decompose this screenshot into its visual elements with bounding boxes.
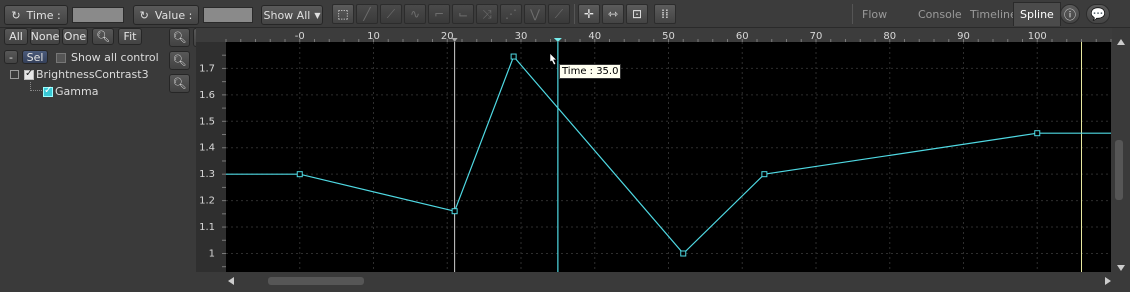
toolbar-separator bbox=[574, 4, 575, 24]
keyframe-point[interactable] bbox=[296, 171, 303, 178]
all-button[interactable]: All bbox=[4, 28, 28, 45]
y-tick-label: 1 bbox=[209, 248, 215, 259]
refresh-icon: ↻ bbox=[11, 8, 21, 22]
show-all-dropdown[interactable]: Show All ▼ bbox=[261, 5, 323, 25]
time-input[interactable] bbox=[72, 7, 124, 23]
y-tick-label: 1.6 bbox=[199, 90, 215, 101]
zoom-in-y-button[interactable]: 🔍︎ bbox=[169, 74, 190, 93]
relative-icon[interactable]: ⋁ bbox=[524, 4, 546, 24]
collapse-button[interactable]: - bbox=[4, 50, 18, 64]
y-tick-label: 1.5 bbox=[199, 116, 215, 127]
refresh-icon: ↻ bbox=[139, 8, 149, 22]
time-stretch-icon[interactable]: ⟋ bbox=[548, 4, 570, 24]
tab-spline[interactable]: Spline bbox=[1013, 2, 1061, 26]
info-icon[interactable]: ⓘ bbox=[1060, 4, 1080, 24]
tree-parent-label[interactable]: BrightnessContrast3 bbox=[36, 68, 149, 81]
value-input[interactable] bbox=[203, 7, 253, 23]
add-point-icon[interactable]: ✛ bbox=[578, 4, 600, 24]
smooth-icon[interactable]: ╱ bbox=[356, 4, 378, 24]
none-button[interactable]: None bbox=[30, 28, 60, 45]
zoom-in-icon: 🔍︎ bbox=[172, 77, 187, 90]
keyframe-point[interactable] bbox=[761, 171, 768, 178]
value-label: Value : bbox=[154, 8, 193, 22]
step-out-icon[interactable]: ⌙ bbox=[452, 4, 474, 24]
fit-button[interactable]: Fit bbox=[118, 28, 142, 45]
tree-expand-toggle[interactable] bbox=[10, 70, 19, 79]
tree-child-label[interactable]: Gamma bbox=[55, 85, 98, 98]
y-tick-label: 1.1 bbox=[199, 222, 215, 233]
keyframe-point[interactable] bbox=[510, 53, 517, 60]
step-in-icon[interactable]: ⌐ bbox=[428, 4, 450, 24]
zoom-out-icon: 🔍︎ bbox=[172, 31, 187, 44]
checkmark-icon: ✓ bbox=[44, 85, 53, 96]
show-all-label: Show All bbox=[263, 8, 311, 22]
tree-child-checkbox[interactable]: ✓ bbox=[43, 85, 53, 97]
loop-icon[interactable]: ∿ bbox=[404, 4, 426, 24]
keyframe-point[interactable] bbox=[680, 250, 687, 257]
show-all-control-checkbox[interactable] bbox=[56, 53, 66, 63]
one-button[interactable]: One bbox=[62, 28, 88, 45]
ping-pong-icon[interactable]: ⋰ bbox=[500, 4, 522, 24]
comment-icon[interactable]: 💬 bbox=[1086, 4, 1110, 24]
search-button[interactable]: 🔍︎ bbox=[92, 28, 114, 45]
chevron-down-icon: ▼ bbox=[314, 10, 321, 20]
set-key-icon[interactable]: ⇿ bbox=[602, 4, 624, 24]
value-toggle-button[interactable]: ↻ Value : bbox=[133, 5, 199, 25]
time-tooltip: Time : 35.0 bbox=[559, 64, 622, 79]
search-icon: 🔍︎ bbox=[96, 30, 110, 43]
zoom-out-x-button[interactable]: 🔍︎ bbox=[169, 28, 190, 47]
time-toggle-button[interactable]: ↻ Time : bbox=[4, 5, 68, 25]
y-tick-label: 1.4 bbox=[199, 143, 215, 154]
value-ruler bbox=[196, 42, 226, 272]
select-region-icon[interactable]: ⬚ bbox=[332, 4, 354, 24]
checkmark-icon: ✓ bbox=[25, 68, 34, 79]
snap-icon[interactable]: ⁞⁞ bbox=[654, 4, 676, 24]
time-label: Time : bbox=[26, 8, 61, 22]
tree-connector bbox=[30, 82, 42, 91]
zoom-out-y-button[interactable]: 🔍︎ bbox=[169, 51, 190, 70]
show-all-control-label: Show all control bbox=[71, 51, 159, 64]
y-tick-label: 1.2 bbox=[199, 196, 215, 207]
tree-parent-checkbox[interactable]: ✓ bbox=[24, 68, 34, 80]
tab-flow[interactable]: Flow bbox=[856, 2, 893, 26]
zoom-fit-icon[interactable]: ⊡ bbox=[626, 4, 648, 24]
y-tick-label: 1.3 bbox=[199, 169, 215, 180]
y-tick-label: 1.7 bbox=[199, 63, 215, 74]
keyframe-point[interactable] bbox=[1034, 130, 1041, 137]
tab-console[interactable]: Console bbox=[912, 2, 968, 26]
spline-graph-svg[interactable]: -0 10 20 30 40 50 60 70 80 90 1001.71.61.51.41.31.… bbox=[196, 28, 1130, 292]
toolbar-separator bbox=[852, 4, 853, 24]
spline-graph[interactable]: -0 10 20 30 40 50 60 70 80 90 100 1.7 1.6 1.5 1.4 1.3 1.… bbox=[196, 28, 1130, 292]
spline-tree-panel: All None One 🔍︎ Fit - Sel Show all contr… bbox=[0, 28, 165, 292]
horizontal-scroll-thumb[interactable] bbox=[268, 277, 364, 285]
zoom-out-icon: 🔍︎ bbox=[172, 54, 187, 67]
vertical-scroll-thumb[interactable] bbox=[1115, 140, 1123, 200]
linear-icon[interactable]: ⟋ bbox=[380, 4, 402, 24]
toolbar: ↻ Time : ↻ Value : Show All ▼ ⬚ ╱ ⟋ ∿ ⌐ … bbox=[0, 0, 1130, 28]
keyframe-point[interactable] bbox=[451, 208, 458, 215]
reverse-icon[interactable]: ⤨ bbox=[476, 4, 498, 24]
sel-button[interactable]: Sel bbox=[22, 50, 48, 64]
